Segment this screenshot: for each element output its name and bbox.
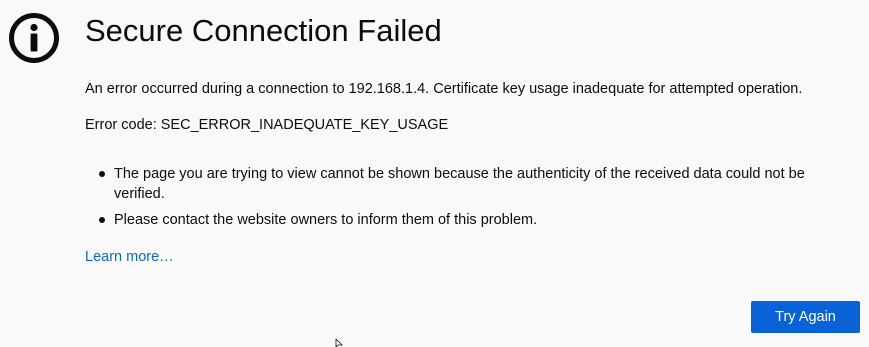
learn-more-link[interactable]: Learn more… <box>85 247 174 267</box>
error-details-list: The page you are trying to view cannot b… <box>85 164 845 236</box>
error-code: Error code: SEC_ERROR_INADEQUATE_KEY_USA… <box>85 117 449 133</box>
error-description: An error occurred during a connection to… <box>85 81 803 97</box>
list-item: Please contact the website owners to inf… <box>85 210 845 230</box>
mouse-cursor-icon <box>335 339 343 347</box>
try-again-button[interactable]: Try Again <box>751 301 860 333</box>
list-item: The page you are trying to view cannot b… <box>85 164 845 204</box>
page-title: Secure Connection Failed <box>85 13 442 48</box>
info-circle-icon <box>9 13 59 63</box>
